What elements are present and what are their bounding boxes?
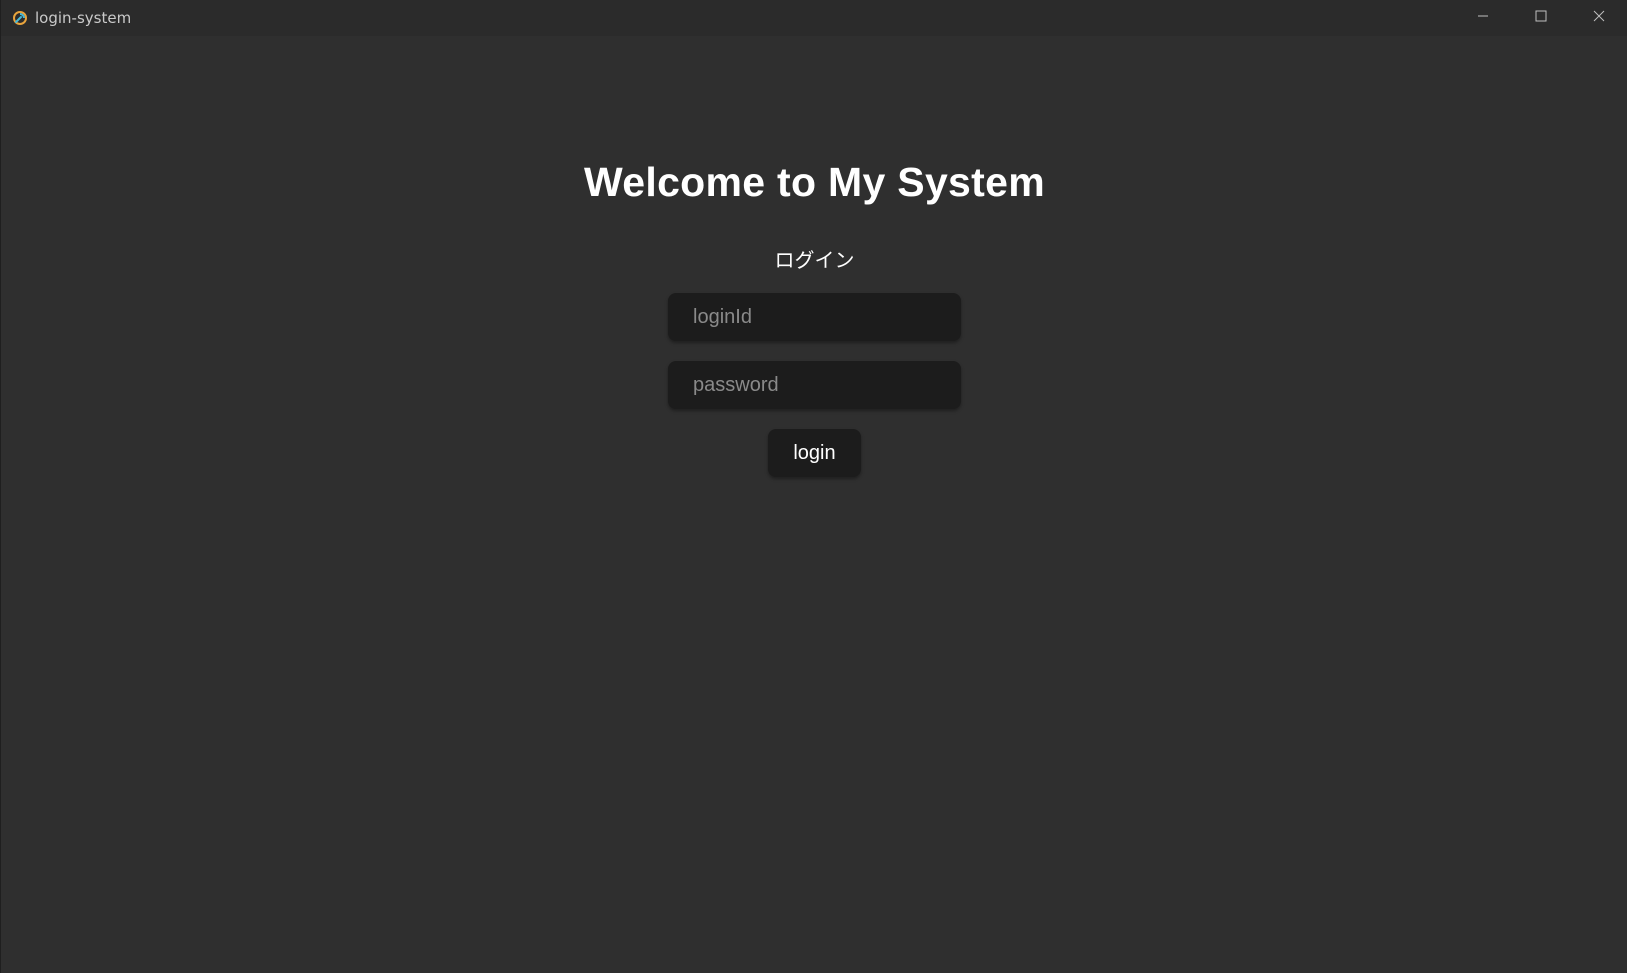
app-logo-icon	[12, 10, 28, 26]
maximize-button[interactable]	[1512, 0, 1570, 36]
page-title: Welcome to My System	[584, 159, 1045, 205]
close-icon	[1593, 9, 1605, 27]
app-window: login-system Welcome to My System ログイン l…	[0, 0, 1627, 973]
window-controls	[1454, 0, 1627, 36]
window-title: login-system	[35, 9, 132, 27]
minimize-button[interactable]	[1454, 0, 1512, 36]
login-subtitle: ログイン	[774, 248, 855, 272]
login-id-input[interactable]	[668, 293, 961, 341]
password-input[interactable]	[668, 361, 961, 409]
maximize-icon	[1535, 9, 1547, 27]
close-button[interactable]	[1570, 0, 1627, 36]
login-page: Welcome to My System ログイン login	[1, 36, 1627, 973]
minimize-icon	[1477, 9, 1489, 27]
title-bar[interactable]: login-system	[1, 0, 1627, 36]
login-button[interactable]: login	[768, 429, 861, 477]
